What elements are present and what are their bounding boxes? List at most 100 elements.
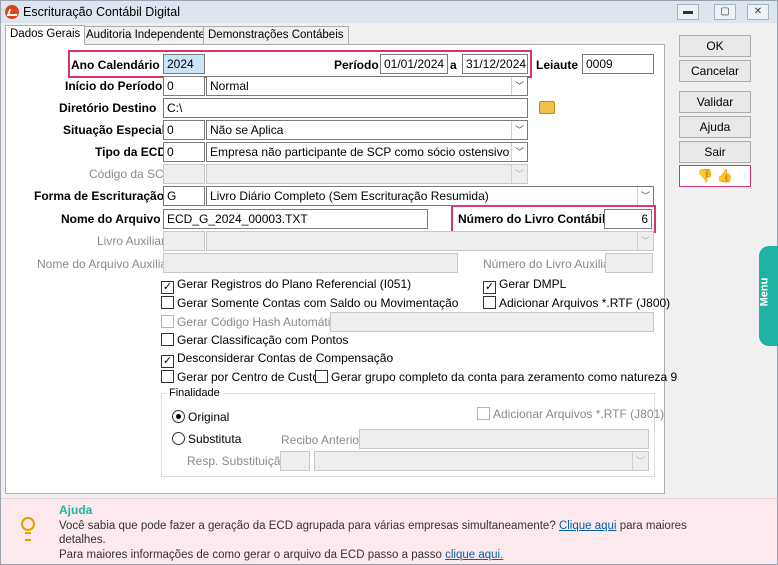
- tab-auditoria-independente[interactable]: Auditoria Independente: [81, 26, 210, 45]
- help-title: Ajuda: [59, 503, 93, 517]
- original-label: Original: [188, 410, 230, 424]
- checkmark-icon: ✓: [483, 281, 496, 294]
- hash-field: [330, 312, 654, 332]
- validar-button[interactable]: Validar: [679, 91, 751, 113]
- pontos-checkbox[interactable]: Gerar Classificação com Pontos: [161, 333, 348, 347]
- inicio-periodo-value: Normal: [210, 79, 249, 93]
- chevron-down-icon: ﹀: [637, 232, 653, 250]
- rtf-j801-checkbox: Adicionar Arquivos *.RTF (J801): [477, 407, 664, 421]
- periodo-inicio-field[interactable]: 01/01/2024: [380, 54, 448, 74]
- leiaute-label: Leiaute: [536, 58, 579, 72]
- tab-dados-gerais[interactable]: Dados Gerais: [5, 25, 86, 45]
- inicio-periodo-label: Início do Período: [65, 79, 163, 93]
- referencial-checkbox[interactable]: ✓ Gerar Registros do Plano Referencial (I…: [161, 277, 411, 294]
- minimize-icon[interactable]: ▬: [677, 4, 699, 20]
- pontos-label: Gerar Classificação com Pontos: [177, 333, 349, 347]
- compensacao-label: Desconsiderar Contas de Compensação: [177, 351, 394, 365]
- situacao-especial-code[interactable]: 0: [163, 120, 205, 140]
- checkbox-empty: [315, 370, 328, 383]
- help-link-agrupada[interactable]: Clique aqui: [559, 520, 617, 532]
- tipo-ecd-select[interactable]: Empresa não participante de SCP como sóc…: [206, 142, 528, 162]
- substituta-radio[interactable]: Substituta: [172, 432, 241, 446]
- numero-livro-auxiliar-label: Número do Livro Auxiliar: [483, 257, 614, 271]
- recibo-anterior-label: Recibo Anterior: [281, 433, 364, 447]
- lightbulb-icon: [21, 517, 35, 541]
- chevron-down-icon: ﹀: [632, 452, 648, 470]
- nome-arquivo-auxiliar-field: [163, 253, 458, 273]
- ano-calendario-label: Ano Calendário: [71, 58, 160, 72]
- chevron-down-icon: ﹀: [637, 187, 653, 205]
- dmpl-label: Gerar DMPL: [499, 277, 567, 291]
- sair-button[interactable]: Sair: [679, 141, 751, 163]
- help-line-3-text: Para maiores informações de como gerar o…: [59, 549, 442, 561]
- thumbs-down-icon[interactable]: 👎: [697, 168, 713, 183]
- tab-demonstracoes-contabeis[interactable]: Demonstrações Contábeis: [203, 26, 349, 45]
- ajuda-button[interactable]: Ajuda: [679, 116, 751, 138]
- situacao-especial-value: Não se Aplica: [210, 123, 284, 137]
- dmpl-checkbox[interactable]: ✓ Gerar DMPL: [483, 277, 566, 294]
- title-bar: Escrituração Contábil Digital ▬ ▢ ✕: [1, 1, 777, 23]
- resp-substituicao-label: Resp. Substituição: [187, 454, 288, 468]
- resp-substituicao-select: ﹀: [314, 451, 649, 471]
- app-logo-icon: [5, 5, 19, 19]
- radio-selected-icon: [172, 410, 185, 423]
- inicio-periodo-code[interactable]: 0: [163, 76, 205, 96]
- tipo-ecd-code[interactable]: 0: [163, 142, 205, 162]
- livro-auxiliar-code: [163, 231, 205, 251]
- forma-escrituracao-label: Forma de Escrituração: [34, 189, 165, 203]
- ano-calendario-field[interactable]: 2024: [163, 54, 205, 74]
- diretorio-destino-label: Diretório Destino: [59, 101, 157, 115]
- resp-substituicao-code: [280, 451, 310, 471]
- radio-empty-icon: [172, 432, 185, 445]
- checkbox-empty: [161, 333, 174, 346]
- tipo-ecd-label: Tipo da ECD: [95, 145, 167, 159]
- codigo-scp-label: Código da SCP: [89, 167, 172, 181]
- checkbox-empty: [161, 296, 174, 309]
- original-radio[interactable]: Original: [172, 410, 229, 424]
- somente-contas-checkbox[interactable]: Gerar Somente Contas com Saldo ou Movime…: [161, 296, 458, 310]
- help-line-1-text: Você sabia que pode fazer a geração da E…: [59, 520, 556, 532]
- numero-livro-field[interactable]: 6: [604, 209, 652, 229]
- cancelar-button[interactable]: Cancelar: [679, 60, 751, 82]
- grupo-completo-checkbox[interactable]: Gerar grupo completo da conta para zeram…: [315, 370, 677, 384]
- help-line-2: detalhes.: [59, 534, 106, 546]
- checkmark-icon: ✓: [161, 281, 174, 294]
- feedback-buttons[interactable]: 👎 👍: [679, 165, 751, 187]
- chevron-down-icon: ﹀: [511, 121, 527, 139]
- centro-custo-checkbox[interactable]: Gerar por Centro de Custo: [161, 370, 319, 384]
- rtf-j800-checkbox[interactable]: Adicionar Arquivos *.RTF (J800): [483, 296, 670, 310]
- chevron-down-icon: ﹀: [511, 143, 527, 161]
- compensacao-checkbox[interactable]: ✓ Desconsiderar Contas de Compensação: [161, 351, 393, 368]
- periodo-label: Período: [334, 58, 379, 72]
- livro-auxiliar-select: ﹀: [206, 231, 654, 251]
- help-link-passo-a-passo[interactable]: clique aqui.: [445, 549, 503, 561]
- main-window: Escrituração Contábil Digital ▬ ▢ ✕ Dado…: [0, 0, 778, 565]
- checkbox-empty: [161, 370, 174, 383]
- diretorio-destino-field[interactable]: C:\: [163, 98, 528, 118]
- inicio-periodo-select[interactable]: Normal ﹀: [206, 76, 528, 96]
- codigo-scp-code: [163, 164, 205, 184]
- numero-livro-auxiliar-field: [605, 253, 653, 273]
- nome-arquivo-field[interactable]: ECD_G_2024_00003.TXT: [163, 209, 428, 229]
- close-icon[interactable]: ✕: [747, 4, 769, 20]
- help-line-1: Você sabia que pode fazer a geração da E…: [59, 520, 687, 532]
- maximize-icon[interactable]: ▢: [714, 4, 736, 20]
- chevron-down-icon: ﹀: [511, 77, 527, 95]
- substituta-label: Substituta: [188, 432, 242, 446]
- forma-escrituracao-code[interactable]: G: [163, 186, 205, 206]
- help-line-1-tail: para maiores: [619, 520, 687, 532]
- folder-open-icon[interactable]: [539, 101, 555, 114]
- thumbs-up-icon[interactable]: 👍: [717, 168, 733, 183]
- tipo-ecd-value: Empresa não participante de SCP como sóc…: [210, 145, 510, 159]
- side-menu-label: Menu: [758, 277, 771, 307]
- finalidade-title: Finalidade: [166, 387, 223, 399]
- leiaute-field[interactable]: 0009: [582, 54, 654, 74]
- side-menu-tab[interactable]: Menu: [758, 246, 778, 346]
- help-panel: Ajuda Você sabia que pode fazer a geraçã…: [1, 498, 777, 564]
- rtf-j801-label: Adicionar Arquivos *.RTF (J801): [493, 407, 665, 421]
- ok-button[interactable]: OK: [679, 35, 751, 57]
- situacao-especial-select[interactable]: Não se Aplica ﹀: [206, 120, 528, 140]
- forma-escrituracao-select[interactable]: Livro Diário Completo (Sem Escrituração …: [206, 186, 654, 206]
- hash-checkbox: Gerar Código Hash Automático: [161, 315, 343, 329]
- periodo-fim-field[interactable]: 31/12/2024: [462, 54, 528, 74]
